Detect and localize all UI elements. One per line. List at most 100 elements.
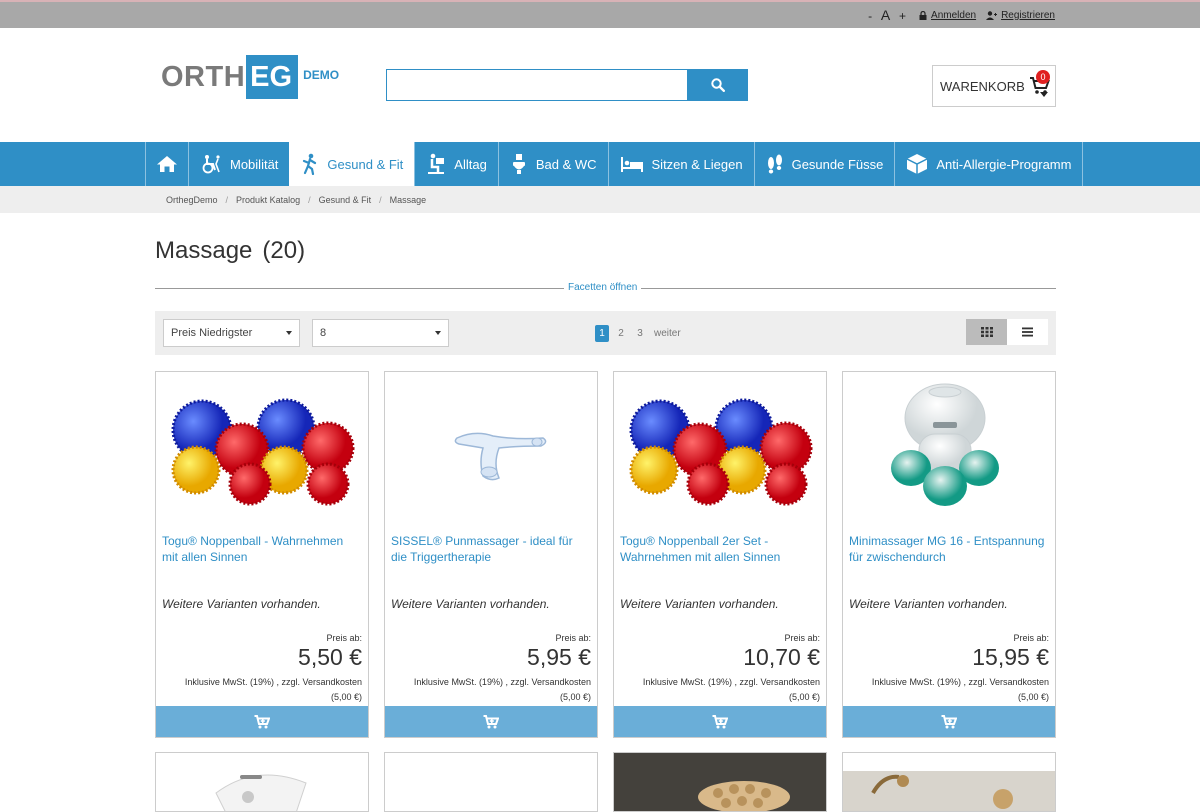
tax-note: Inklusive MwSt. (19%) , zzgl. Versandkos… (413, 677, 591, 687)
tax-info: Inklusive MwSt. (19%) , zzgl. Versandkos… (391, 675, 591, 705)
product-title[interactable]: SISSEL® Punmassager - ideal für die Trig… (391, 533, 591, 567)
tax-info: Inklusive MwSt. (19%) , zzgl. Versandkos… (849, 675, 1049, 705)
nav-item-label: Gesunde Füsse (791, 156, 884, 172)
tax-note: Inklusive MwSt. (19%) , zzgl. Versandkos… (184, 677, 362, 687)
product-image-massager-device[interactable] (156, 753, 368, 812)
add-to-cart-button[interactable] (843, 706, 1055, 737)
breadcrumb-item[interactable]: OrthegDemo (166, 195, 218, 205)
grid-icon (980, 327, 993, 337)
font-decrease-button[interactable]: - (868, 9, 872, 23)
product-card[interactable] (613, 752, 827, 812)
tax-note: Inklusive MwSt. (19%) , zzgl. Versandkos… (642, 677, 820, 687)
product-card[interactable]: SISSEL® Punmassager - ideal für die Trig… (384, 371, 598, 738)
shopping-cart-icon (254, 714, 270, 728)
nav-item-alltag[interactable]: Alltag (414, 142, 498, 186)
nav-item-label: Gesund & Fit (327, 156, 404, 172)
cart-button[interactable]: WARENKORB 0 (932, 65, 1056, 107)
page-2-button[interactable]: 2 (614, 325, 628, 342)
open-facets-button[interactable]: Facetten öffnen (564, 282, 642, 293)
next-page-button[interactable]: weiter (654, 325, 681, 342)
nav-item-sitzen-liegen[interactable]: Sitzen & Liegen (607, 142, 754, 186)
grid-view-button[interactable] (966, 319, 1007, 345)
search-icon (711, 78, 725, 92)
cart-count-badge: 0 (1036, 70, 1050, 84)
search-input[interactable] (386, 69, 688, 101)
tax-info: Inklusive MwSt. (19%) , zzgl. Versandkos… (620, 675, 820, 705)
top-utility-bar: - A + Anmelden Registrieren (0, 0, 1200, 28)
nav-item-bad-wc[interactable]: Bad & WC (497, 142, 608, 186)
shopping-cart-icon (483, 714, 499, 728)
nav-item-label: Alltag (454, 156, 487, 172)
font-increase-button[interactable]: + (899, 9, 906, 23)
per-page-select[interactable]: 8 (312, 319, 449, 347)
add-to-cart-button[interactable] (156, 706, 368, 737)
sort-select[interactable]: Preis Niedrigster (163, 319, 300, 347)
product-image-spiky-balls-set[interactable] (614, 372, 826, 534)
shipping-cost: (5,00 €) (1017, 692, 1049, 702)
box-icon (907, 154, 928, 174)
pagination: 1 2 3 weiter (595, 325, 681, 342)
register-link[interactable]: Registrieren (986, 10, 1055, 21)
nav-item-gesunde-fuesse[interactable]: Gesunde Füsse (753, 142, 895, 186)
product-image-spiky-balls[interactable] (156, 372, 368, 534)
variants-note: Weitere Varianten vorhanden. (849, 597, 1008, 611)
shipping-cost: (5,00 €) (330, 692, 362, 702)
product-image-wooden-roller[interactable] (614, 753, 826, 812)
breadcrumb: OrthegDemo / Produkt Katalog / Gesund & … (166, 195, 426, 205)
nav-item-anti-allergie[interactable]: Anti-Allergie-Programm (894, 142, 1084, 186)
breadcrumb-separator: / (308, 195, 311, 205)
product-title[interactable]: Togu® Noppenball 2er Set - Wahrnehmen mi… (620, 533, 820, 567)
login-link[interactable]: Anmelden (919, 10, 976, 21)
per-page-select-value: 8 (320, 327, 327, 339)
product-image-mini-massager[interactable] (843, 372, 1055, 534)
breadcrumb-separator: / (225, 195, 229, 205)
page-3-button[interactable]: 3 (633, 325, 647, 342)
add-to-cart-button[interactable] (385, 706, 597, 737)
page-1-button[interactable]: 1 (595, 325, 609, 342)
list-view-button[interactable] (1007, 319, 1048, 345)
breadcrumb-item[interactable]: Gesund & Fit (319, 195, 372, 205)
product-card[interactable]: Togu® Noppenball - Wahrnehmen mit allen … (155, 371, 369, 738)
nav-item-gesund-fit[interactable]: Gesund & Fit (289, 142, 415, 186)
product-card[interactable] (842, 752, 1056, 812)
price-label: Preis ab: (1013, 633, 1049, 643)
nav-item-label: Sitzen & Liegen (651, 156, 743, 172)
footprints-icon (767, 154, 782, 174)
ortheg-logo[interactable]: ORTH EG DEMO (161, 55, 339, 99)
shopping-cart-icon (712, 714, 728, 728)
spiky-balls-image (171, 398, 355, 506)
cart-dropdown-caret (1040, 92, 1048, 97)
search-bar (386, 69, 748, 101)
product-image-wooden-massager[interactable] (843, 753, 1055, 812)
site-header: ORTH EG DEMO WARENKORB 0 (0, 28, 1200, 142)
chevron-down-icon (286, 331, 292, 335)
tax-note: Inklusive MwSt. (19%) , zzgl. Versandkos… (871, 677, 1049, 687)
add-to-cart-button[interactable] (614, 706, 826, 737)
product-count: (20) (262, 237, 306, 264)
variants-note: Weitere Varianten vorhanden. (162, 597, 321, 611)
sort-select-value: Preis Niedrigster (171, 327, 253, 339)
toilet-icon (512, 154, 525, 174)
product-price: 10,70 € (743, 644, 820, 670)
breadcrumb-item[interactable]: Produkt Katalog (236, 195, 300, 205)
product-card[interactable] (155, 752, 369, 812)
product-title[interactable]: Minimassager MG 16 - Entspannung für zwi… (849, 533, 1049, 567)
shipping-cost: (5,00 €) (559, 692, 591, 702)
breadcrumb-current: Massage (389, 195, 427, 205)
nav-item-home[interactable] (145, 142, 188, 186)
variants-note: Weitere Varianten vorhanden. (391, 597, 550, 611)
mini-massager-image (891, 383, 999, 506)
nav-item-mobilitaet[interactable]: Mobilität (188, 142, 289, 186)
variants-note: Weitere Varianten vorhanden. (620, 597, 779, 611)
product-card[interactable] (384, 752, 598, 812)
product-card[interactable]: Minimassager MG 16 - Entspannung für zwi… (842, 371, 1056, 738)
page-title: Massage (20) (155, 237, 305, 265)
product-card[interactable]: Togu® Noppenball 2er Set - Wahrnehmen mi… (613, 371, 827, 738)
list-icon (1022, 327, 1033, 337)
price-label: Preis ab: (555, 633, 591, 643)
product-title[interactable]: Togu® Noppenball - Wahrnehmen mit allen … (162, 533, 362, 567)
logo-text-accent: EG (246, 55, 299, 99)
search-button[interactable] (688, 69, 748, 101)
product-image-point-massager[interactable] (385, 372, 597, 534)
login-label: Anmelden (931, 9, 977, 21)
